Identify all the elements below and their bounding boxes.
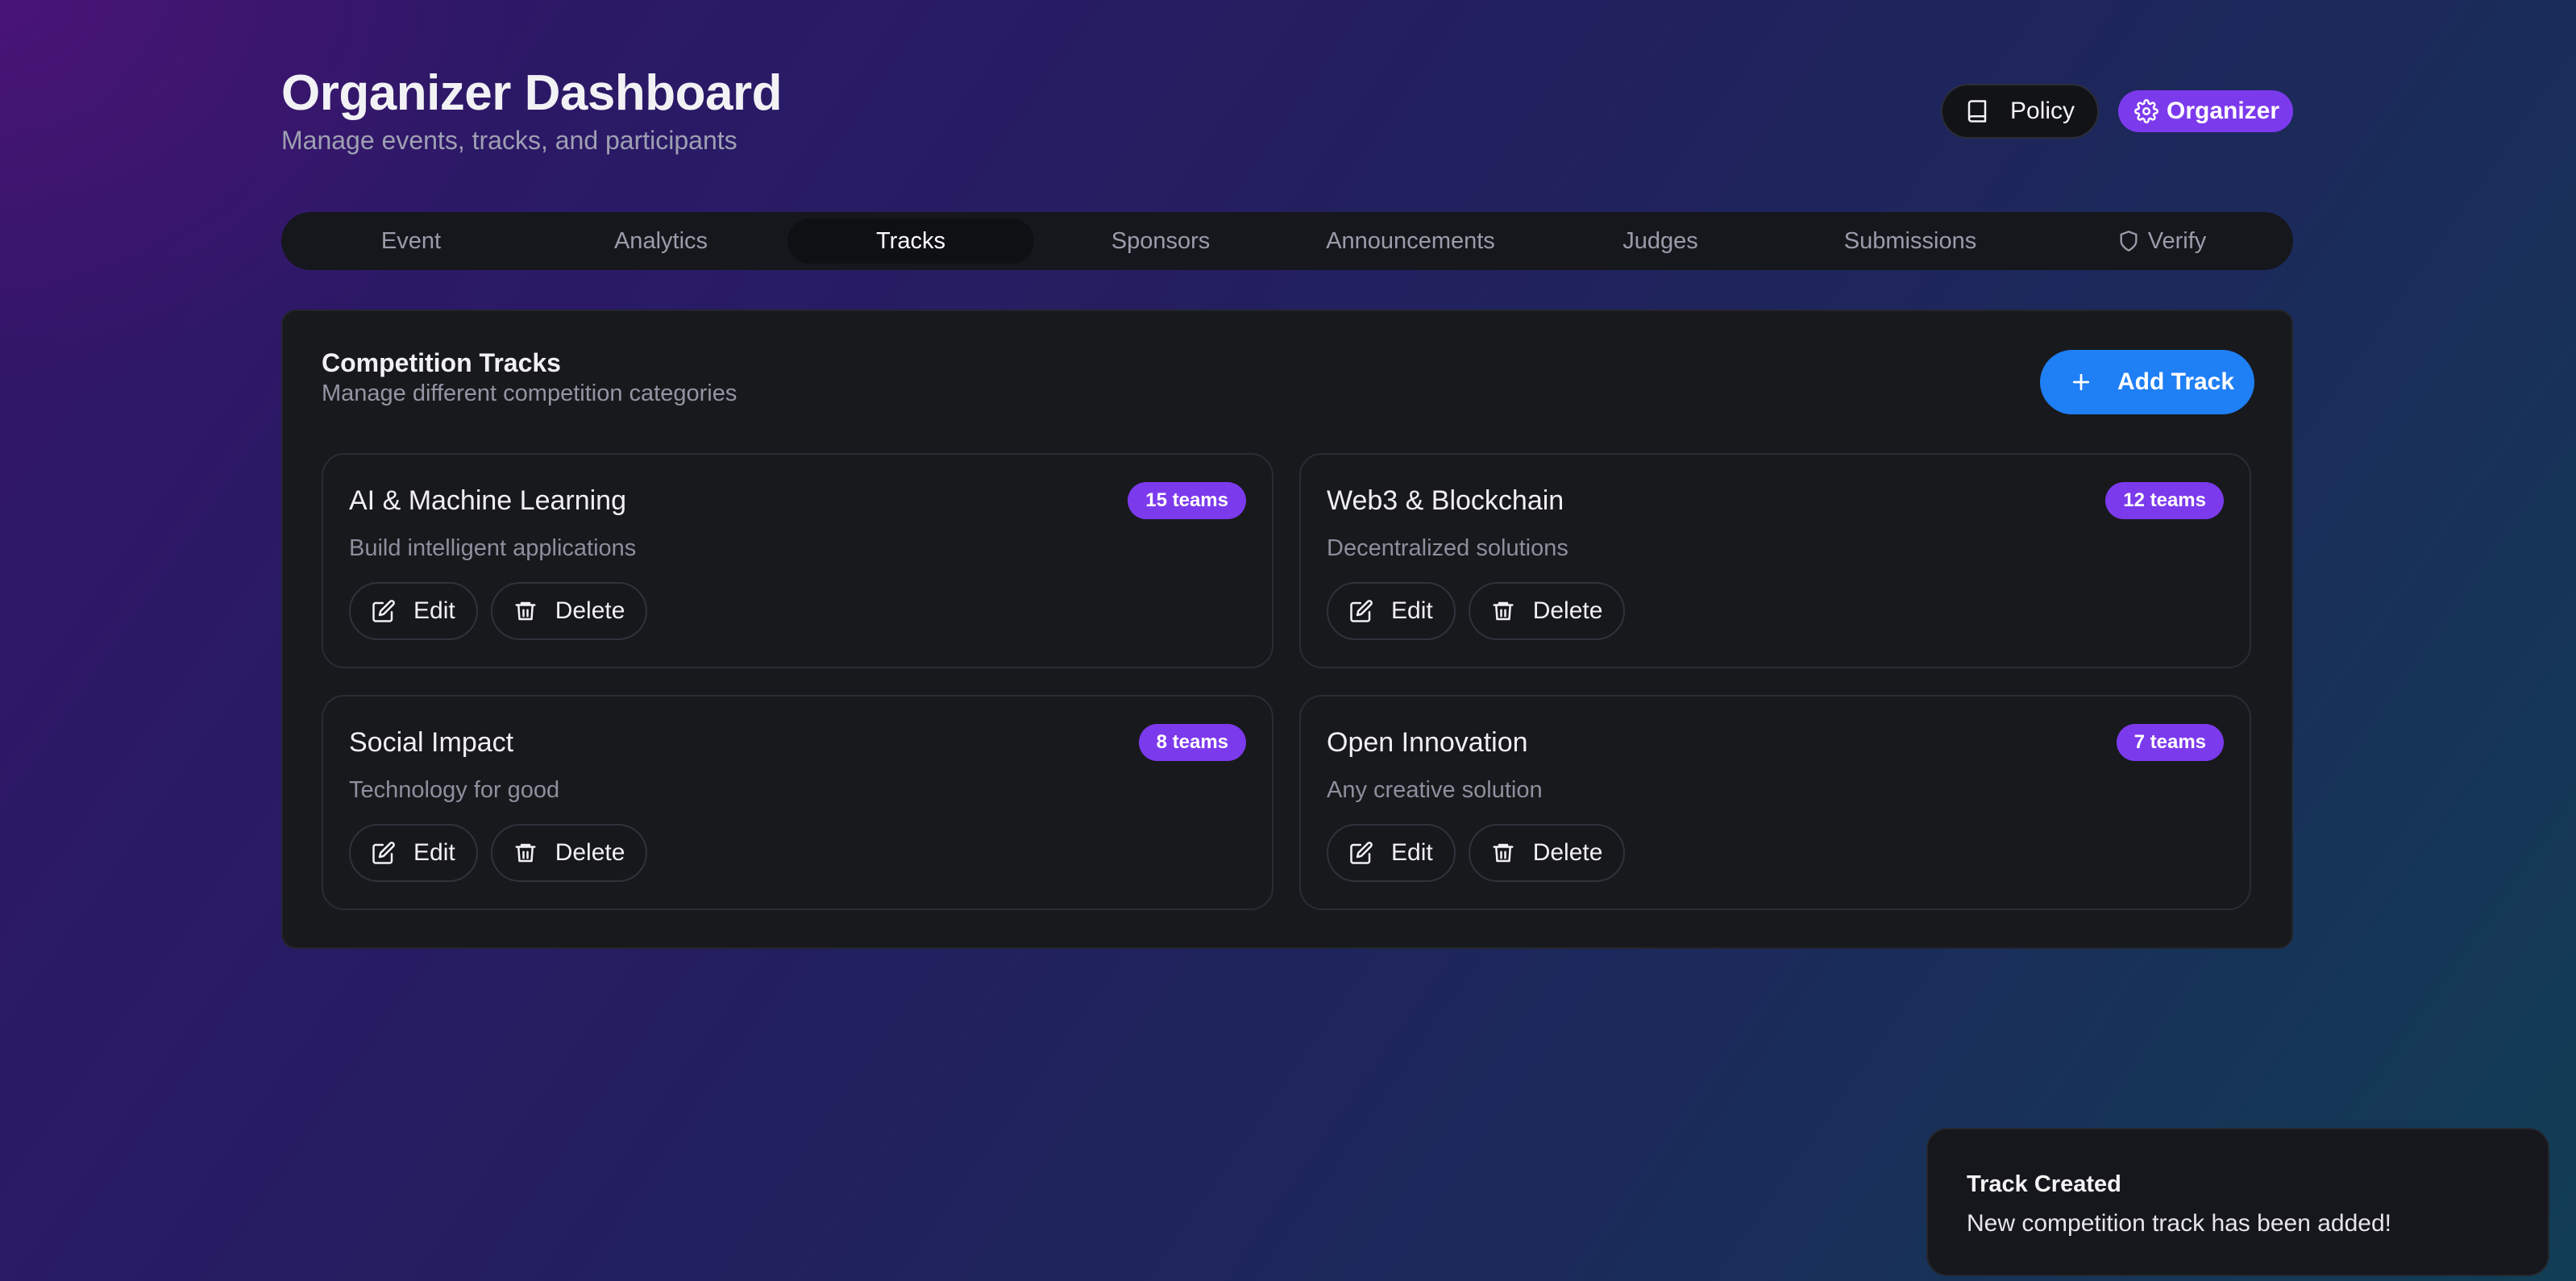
trash-icon bbox=[513, 599, 538, 623]
shield-icon bbox=[2117, 230, 2140, 252]
tab-sponsors[interactable]: Sponsors bbox=[1037, 218, 1284, 264]
tab-label: Analytics bbox=[613, 227, 708, 254]
edit-label: Edit bbox=[413, 597, 455, 624]
page-subtitle: Manage events, tracks, and participants bbox=[281, 126, 737, 155]
tab-tracks[interactable]: Tracks bbox=[787, 218, 1034, 264]
tracks-card: Competition Tracks Manage different comp… bbox=[281, 310, 2293, 949]
section-title: Competition Tracks bbox=[322, 348, 561, 377]
trash-icon bbox=[1491, 841, 1515, 865]
tab-label: Sponsors bbox=[1111, 227, 1211, 254]
delete-button[interactable]: Delete bbox=[490, 824, 648, 882]
edit-button[interactable]: Edit bbox=[1327, 582, 1456, 640]
delete-label: Delete bbox=[1532, 597, 1603, 624]
trash-icon bbox=[513, 841, 538, 865]
tab-label: Judges bbox=[1622, 227, 1698, 254]
section-subtitle: Manage different competition categories bbox=[322, 381, 737, 406]
track-description: Decentralized solutions bbox=[1327, 535, 1568, 561]
toast-notification[interactable]: Track Created New competition track has … bbox=[1926, 1128, 2549, 1276]
tab-bar: Event Analytics Tracks Sponsors Announce… bbox=[281, 212, 2293, 270]
organizer-label: Organizer bbox=[2167, 98, 2280, 124]
edit-icon bbox=[372, 841, 396, 865]
tab-label: Announcements bbox=[1326, 227, 1495, 254]
tab-submissions[interactable]: Submissions bbox=[1787, 218, 2034, 264]
edit-button[interactable]: Edit bbox=[349, 824, 478, 882]
tab-verify[interactable]: Verify bbox=[2038, 218, 2285, 264]
edit-icon bbox=[1349, 841, 1373, 865]
edit-label: Edit bbox=[413, 839, 455, 866]
track-card: Open Innovation 7 teams Any creative sol… bbox=[1299, 695, 2251, 910]
add-track-button[interactable]: Add Track bbox=[2040, 350, 2254, 414]
track-card: Web3 & Blockchain 12 teams Decentralized… bbox=[1299, 453, 2251, 668]
track-name: AI & Machine Learning bbox=[349, 485, 626, 516]
tab-judges[interactable]: Judges bbox=[1537, 218, 1784, 264]
tab-label: Submissions bbox=[1843, 227, 1977, 254]
trash-icon bbox=[1491, 599, 1515, 623]
page-title: Organizer Dashboard bbox=[281, 65, 782, 121]
tab-label: Tracks bbox=[876, 227, 945, 254]
track-card: AI & Machine Learning 15 teams Build int… bbox=[322, 453, 1273, 668]
plus-icon bbox=[2069, 370, 2093, 394]
toast-message: New competition track has been added! bbox=[1967, 1210, 2391, 1237]
edit-button[interactable]: Edit bbox=[1327, 824, 1456, 882]
organizer-role-button[interactable]: Organizer bbox=[2118, 90, 2293, 132]
edit-icon bbox=[372, 599, 396, 623]
team-count-badge: 7 teams bbox=[2116, 724, 2224, 761]
policy-label: Policy bbox=[2010, 98, 2075, 124]
team-count-badge: 15 teams bbox=[1128, 482, 1246, 519]
track-description: Any creative solution bbox=[1327, 777, 1543, 803]
edit-button[interactable]: Edit bbox=[349, 582, 478, 640]
track-description: Build intelligent applications bbox=[349, 535, 637, 561]
delete-label: Delete bbox=[1532, 839, 1603, 866]
track-name: Web3 & Blockchain bbox=[1327, 485, 1564, 516]
track-name: Open Innovation bbox=[1327, 727, 1528, 758]
delete-button[interactable]: Delete bbox=[1468, 824, 1626, 882]
gear-icon bbox=[2134, 99, 2158, 123]
track-name: Social Impact bbox=[349, 727, 514, 758]
delete-button[interactable]: Delete bbox=[490, 582, 648, 640]
track-description: Technology for good bbox=[349, 777, 560, 803]
team-count-badge: 8 teams bbox=[1138, 724, 1246, 761]
book-icon bbox=[1965, 99, 1989, 123]
delete-button[interactable]: Delete bbox=[1468, 582, 1626, 640]
tab-label: Event bbox=[380, 227, 442, 254]
team-count-badge: 12 teams bbox=[2105, 482, 2224, 519]
tab-announcements[interactable]: Announcements bbox=[1287, 218, 1534, 264]
tab-event[interactable]: Event bbox=[288, 218, 534, 264]
add-track-label: Add Track bbox=[2117, 368, 2235, 395]
delete-label: Delete bbox=[555, 597, 625, 624]
tab-analytics[interactable]: Analytics bbox=[538, 218, 784, 264]
tab-label: Verify bbox=[2147, 227, 2207, 254]
policy-button[interactable]: Policy bbox=[1941, 84, 2099, 139]
edit-label: Edit bbox=[1391, 839, 1433, 866]
toast-title: Track Created bbox=[1967, 1171, 2121, 1197]
track-card: Social Impact 8 teams Technology for goo… bbox=[322, 695, 1273, 910]
delete-label: Delete bbox=[555, 839, 625, 866]
edit-icon bbox=[1349, 599, 1373, 623]
edit-label: Edit bbox=[1391, 597, 1433, 624]
page-header: Organizer Dashboard Manage events, track… bbox=[281, 64, 2293, 161]
